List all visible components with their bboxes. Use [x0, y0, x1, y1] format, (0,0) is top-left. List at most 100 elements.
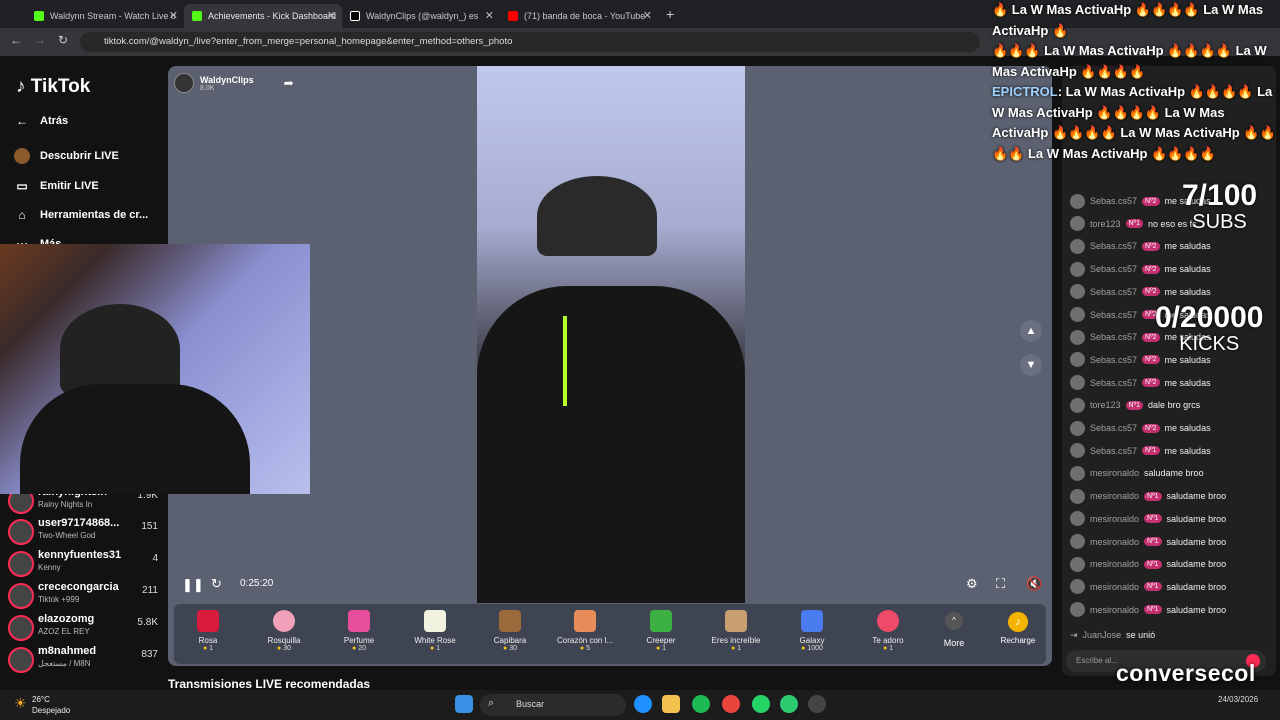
- whatsapp-icon[interactable]: [752, 695, 770, 713]
- chevron-up-icon[interactable]: ▲: [1020, 320, 1042, 342]
- list-item[interactable]: m8nahmed مستعجل / M8N 837: [8, 645, 168, 675]
- taskbar-search[interactable]: Buscar: [480, 694, 626, 716]
- chat-username[interactable]: mesironaldo: [1090, 537, 1139, 547]
- gift-te-adoro[interactable]: Te adoro 1: [850, 606, 926, 662]
- url-text: tiktok.com/@waldyn_/live?enter_from_merg…: [104, 36, 513, 47]
- mute-icon[interactable]: 🔇: [1026, 576, 1042, 592]
- avatar[interactable]: [1070, 511, 1085, 527]
- obs-icon[interactable]: [808, 695, 826, 713]
- back-arrow-icon[interactable]: ←: [10, 33, 22, 47]
- gift-corazon[interactable]: Corazón con l... 5: [547, 606, 623, 662]
- avatar[interactable]: [1070, 602, 1085, 618]
- list-item[interactable]: elazozomg AZOZ EL REY 5.8K: [8, 613, 168, 643]
- avatar: [8, 615, 34, 641]
- chat-username[interactable]: mesironaldo: [1090, 605, 1139, 615]
- chat-username[interactable]: Sebas.cs57: [1090, 378, 1137, 388]
- chat-username[interactable]: mesironaldo: [1090, 491, 1139, 501]
- avatar[interactable]: [1070, 488, 1085, 504]
- new-tab-button[interactable]: +: [666, 6, 674, 22]
- edge-icon[interactable]: [634, 695, 652, 713]
- chat-text: me saludas: [1164, 445, 1211, 456]
- list-item[interactable]: user97174868... Two-Wheel God 151: [8, 517, 168, 547]
- chat-username[interactable]: Sebas.cs57: [1090, 287, 1137, 297]
- chat-username[interactable]: mesironaldo: [1090, 468, 1139, 478]
- avatar[interactable]: [1070, 193, 1085, 209]
- chat-username[interactable]: Sebas.cs57: [1090, 446, 1137, 456]
- gift-galaxy[interactable]: Galaxy 1000: [774, 606, 850, 662]
- url-field[interactable]: tiktok.com/@waldyn_/live?enter_from_merg…: [80, 32, 980, 52]
- weather-widget[interactable]: 26°C Despejado: [32, 694, 70, 716]
- avatar[interactable]: [1070, 307, 1085, 322]
- chat-username[interactable]: Sebas.cs57: [1090, 423, 1137, 433]
- avatar[interactable]: [1070, 465, 1085, 481]
- chat-username[interactable]: tore123: [1090, 219, 1121, 229]
- app-icon[interactable]: [780, 695, 798, 713]
- chevron-down-icon[interactable]: ▼: [1020, 354, 1042, 376]
- chat-username[interactable]: tore123: [1090, 400, 1121, 410]
- avatar[interactable]: [1070, 352, 1085, 368]
- pause-icon[interactable]: ❚❚: [182, 577, 204, 593]
- avatar[interactable]: [1070, 238, 1085, 254]
- gift-capibara[interactable]: Capibara 30: [472, 606, 548, 662]
- back-link[interactable]: ← Atrás: [14, 113, 68, 129]
- recharge-button[interactable]: ♪ Recharge: [990, 606, 1046, 662]
- sidebar-item-creator-tools[interactable]: ⌂ Herramientas de cr...: [14, 207, 148, 223]
- close-icon[interactable]: ✕: [485, 9, 494, 22]
- chat-username[interactable]: Sebas.cs57: [1090, 332, 1137, 342]
- gift-creeper[interactable]: Creeper 1: [623, 606, 699, 662]
- streamer-info[interactable]: WaldynClips 8.0K ➦: [174, 70, 294, 96]
- refresh-icon[interactable]: ↻: [211, 576, 222, 592]
- gift-perfume[interactable]: Perfume 20: [321, 606, 397, 662]
- avatar[interactable]: [1070, 329, 1085, 345]
- chat-text: saludame broo: [1144, 468, 1204, 479]
- avatar[interactable]: [1070, 579, 1085, 595]
- reload-icon[interactable]: ↻: [58, 33, 68, 47]
- chat-username[interactable]: mesironaldo: [1090, 514, 1139, 524]
- chat-username[interactable]: Sebas.cs57: [1090, 310, 1137, 320]
- tiktok-logo[interactable]: ♪ TikTok: [16, 76, 90, 98]
- gift-rosa[interactable]: Rosa 1: [170, 606, 246, 662]
- chat-username[interactable]: Sebas.cs57: [1090, 196, 1137, 206]
- close-icon[interactable]: ✕: [327, 9, 336, 22]
- avatar[interactable]: [1070, 375, 1085, 391]
- sidebar-item-go-live[interactable]: ▭ Emitir LIVE: [14, 178, 98, 194]
- avatar[interactable]: [1070, 216, 1085, 232]
- viewer-subtitle: Kenny: [38, 563, 61, 572]
- settings-icon[interactable]: ⚙: [966, 576, 978, 592]
- gift-white-rose[interactable]: White Rose 1: [397, 606, 473, 662]
- close-icon[interactable]: ✕: [169, 9, 178, 22]
- avatar[interactable]: [1070, 443, 1085, 459]
- tab-achievements[interactable]: Achievements - Kick Dashboard ✕: [184, 4, 342, 28]
- chat-username[interactable]: Sebas.cs57: [1090, 264, 1137, 274]
- chat-username[interactable]: mesironaldo: [1090, 559, 1139, 569]
- avatar[interactable]: [1070, 534, 1085, 549]
- forward-arrow-icon[interactable]: →: [34, 33, 46, 47]
- folder-icon[interactable]: [662, 695, 680, 713]
- tab-youtube[interactable]: (71) banda de boca - YouTube ✕: [500, 4, 658, 28]
- avatar[interactable]: [1070, 556, 1085, 572]
- gift-rosquilla[interactable]: Rosquilla 30: [246, 606, 322, 662]
- share-icon[interactable]: ➦: [284, 76, 294, 90]
- avatar[interactable]: [1070, 420, 1085, 436]
- chat-username[interactable]: Sebas.cs57: [1090, 241, 1137, 251]
- chrome-icon[interactable]: [722, 695, 740, 713]
- close-icon[interactable]: ✕: [643, 9, 652, 22]
- gift-eres-increible[interactable]: Eres increíble 1: [698, 606, 774, 662]
- windows-start-icon[interactable]: [455, 695, 473, 713]
- sidebar-item-discover-live[interactable]: Descubrir LIVE: [14, 148, 119, 164]
- fullscreen-icon[interactable]: ⛶: [996, 576, 1005, 592]
- avatar[interactable]: [1070, 261, 1085, 277]
- chat-username[interactable]: Sebas.cs57: [1090, 355, 1137, 365]
- tab-waldynn-stream[interactable]: Waldynn Stream - Watch Live o ✕: [26, 4, 184, 28]
- list-item[interactable]: kennyfuentes31 Kenny 4: [8, 549, 168, 579]
- list-item[interactable]: crececongarcia Tiktok +999 211: [8, 581, 168, 611]
- live-video[interactable]: [477, 66, 745, 603]
- tab-waldynclips[interactable]: WaldynClips (@waldyn_) es ✕: [342, 4, 500, 28]
- more-gifts-button[interactable]: ^ More: [936, 610, 972, 648]
- avatar[interactable]: [1070, 397, 1085, 413]
- gift-name: Te adoro: [872, 636, 904, 645]
- avatar[interactable]: [1070, 284, 1085, 300]
- spotify-icon[interactable]: [692, 695, 710, 713]
- chat-username[interactable]: mesironaldo: [1090, 582, 1139, 592]
- chat-text: saludame broo: [1166, 513, 1227, 524]
